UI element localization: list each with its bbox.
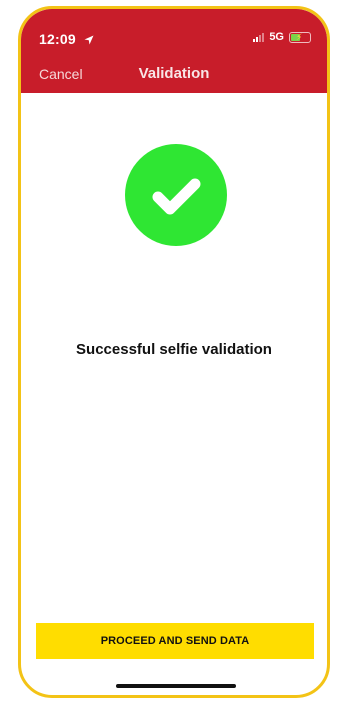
checkmark-icon (152, 178, 201, 215)
home-indicator[interactable] (116, 684, 236, 688)
success-message: Successful selfie validation (76, 341, 272, 358)
proceed-and-send-data-button[interactable]: PROCEED AND SEND DATA (36, 623, 314, 659)
header-bar: 12:09 5G ⚡ Cancel Validation (21, 9, 327, 93)
battery-charging-icon: ⚡ (289, 31, 311, 43)
phone-frame: 12:09 5G ⚡ Cancel Validation Successful … (18, 6, 330, 698)
status-bar-time: 12:09 (39, 31, 94, 47)
time-text: 12:09 (39, 31, 76, 47)
location-arrow-icon (84, 35, 94, 45)
success-badge (125, 144, 227, 246)
cellular-signal-icon (253, 32, 265, 42)
status-bar-indicators: 5G ⚡ (253, 31, 311, 43)
network-type: 5G (269, 31, 284, 43)
page-title: Validation (138, 65, 210, 82)
